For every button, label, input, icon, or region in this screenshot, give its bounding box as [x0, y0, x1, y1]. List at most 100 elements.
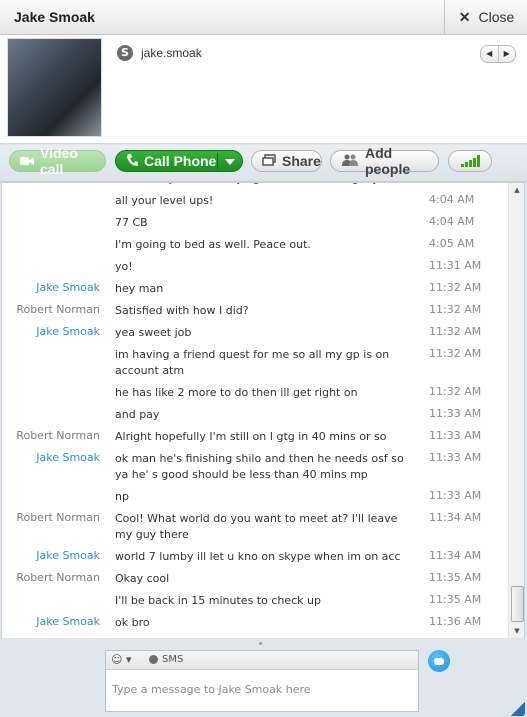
scroll-thumb[interactable] [511, 586, 524, 622]
message-time: 11:36 AM [429, 615, 482, 628]
people-icon [341, 153, 359, 169]
message-row: 77 CB 4:04 AM [2, 215, 508, 237]
call-phone-button[interactable]: Call Phone [115, 150, 243, 172]
message-row: Jake Smoak ok man he's finishing shilo an… [2, 451, 508, 489]
profile-panel: S jake.smoak ◀ ▶ [0, 35, 527, 144]
message-text: I'll be back in 15 minutes to check up [115, 594, 321, 607]
message-row: I'll be back in 15 minutes to check up 11… [2, 593, 508, 615]
message-row: So Billaboj, I'd be so flying 2 marathon… [2, 183, 508, 193]
scroll-up-icon[interactable]: ▲ [509, 183, 524, 197]
video-call-button[interactable]: Video call [9, 145, 106, 177]
call-quality-button[interactable] [448, 150, 492, 172]
contact-title: Jake Smoak [14, 9, 95, 25]
message-text: Alright hopefully I'm still on I gtg in … [115, 430, 387, 443]
message-row: yo! 11:31 AM [2, 259, 508, 281]
close-icon: ✕ [458, 8, 471, 25]
message-text: np [115, 490, 129, 503]
send-button[interactable] [428, 650, 450, 672]
message-sender[interactable]: Jake Smoak [36, 281, 100, 294]
message-text: all your level ups! [115, 194, 214, 207]
window-header: Jake Smoak ✕ Close [0, 0, 527, 35]
chevron-down-icon[interactable] [225, 159, 235, 165]
sms-icon [149, 655, 158, 664]
message-time: 11:32 AM [429, 281, 482, 294]
avatar[interactable] [7, 38, 102, 137]
message-text: Okay cool [115, 572, 170, 585]
add-people-label: Add people [365, 145, 411, 177]
message-text: hey man [115, 282, 164, 295]
video-camera-icon [20, 153, 34, 169]
message-sender[interactable]: Jake Smoak [36, 451, 100, 464]
message-text: and pay [115, 408, 160, 421]
message-row: Jake Smoak yea sweet job 11:32 AM [2, 325, 508, 347]
message-time: 11:35 AM [429, 571, 482, 584]
scrollbar[interactable]: ▲ ▼ [508, 183, 524, 638]
message-text: ok bro [115, 616, 150, 629]
message-row: Robert Norman Alright hopefully I'm still… [2, 429, 508, 451]
message-row: Jake Smoak ok bro 11:36 AM [2, 615, 508, 637]
resize-dot[interactable] [259, 642, 262, 645]
skype-name: jake.smoak [141, 46, 202, 60]
video-call-label: Video call [40, 145, 78, 177]
add-people-button[interactable]: Add people [330, 145, 439, 177]
message-time: 11:31 AM [429, 259, 482, 272]
message-time: 11:33 AM [429, 407, 482, 420]
message-row: and pay 11:33 AM [2, 407, 508, 429]
message-row: all your level ups! 4:04 AM [2, 193, 508, 215]
message-text: I'm going to bed as well. Peace out. [115, 238, 311, 251]
message-time: 11:32 AM [429, 325, 482, 338]
message-time: 11:34 AM [429, 549, 482, 562]
message-time: 11:34 AM [429, 511, 482, 524]
message-time: 11:33 AM [429, 451, 482, 464]
message-sender[interactable]: Jake Smoak [36, 615, 100, 628]
message-time: 11:32 AM [429, 385, 482, 398]
resize-grip[interactable] [511, 702, 525, 716]
message-row: he has like 2 more to do then ill get ri… [2, 385, 508, 407]
message-time: 4:04 AM [429, 215, 475, 228]
signal-icon [460, 155, 480, 167]
message-time: 11:32 AM [429, 347, 482, 360]
message-time: 11:33 AM [429, 429, 482, 442]
message-time: 4:04 AM [429, 193, 475, 206]
profile-nav: ◀ ▶ [480, 45, 516, 63]
message-input[interactable] [110, 673, 414, 705]
message-sender[interactable]: Robert Norman [16, 571, 100, 584]
call-toolbar: Video call Call Phone Share Add people [0, 145, 527, 182]
message-sender[interactable]: Robert Norman [16, 511, 100, 524]
composer-toolbar: ☺ ▾ SMS [106, 651, 418, 670]
message-text: 77 CB [115, 216, 148, 229]
prev-arrow-icon[interactable]: ◀ [481, 46, 499, 62]
message-text: Satisfied with how I did? [115, 304, 249, 317]
share-label: Share [282, 153, 321, 169]
composer-area: ☺ ▾ SMS [0, 638, 527, 717]
message-sender[interactable]: Robert Norman [16, 429, 100, 442]
message-text: world 7 lumby ill let u kno on skype whe… [115, 550, 401, 563]
scroll-down-icon[interactable]: ▼ [509, 624, 524, 638]
message-text: ok man he's finishing shilo and then he … [115, 452, 404, 481]
message-row: Robert Norman Satisfied with how I did? 11… [2, 303, 508, 325]
share-button[interactable]: Share [251, 150, 322, 172]
message-text: So Billaboj, I'd be so flying 2 marathon… [115, 183, 405, 187]
message-sender[interactable]: Jake Smoak [36, 325, 100, 338]
emoticon-button[interactable]: ☺ ▾ [111, 653, 132, 666]
share-icon [262, 153, 276, 169]
call-phone-label: Call Phone [144, 153, 217, 169]
message-row: Robert Norman Okay cool 11:35 AM [2, 571, 508, 593]
message-row: I'm going to bed as well. Peace out. 4:05… [2, 237, 508, 259]
sms-button[interactable]: SMS [162, 654, 183, 665]
close-button[interactable]: ✕ Close [444, 0, 527, 34]
close-label: Close [478, 9, 515, 25]
message-text: he has like 2 more to do then ill get ri… [115, 386, 358, 399]
message-row: np 11:33 AM [2, 489, 508, 511]
message-row: Robert Norman Cool! What world do you wan… [2, 511, 508, 549]
message-time: 4:05 AM [429, 237, 475, 250]
message-row: Jake Smoak hey man 11:32 AM [2, 281, 508, 303]
chat-bubble-icon [434, 657, 444, 665]
next-arrow-icon[interactable]: ▶ [499, 46, 516, 62]
conversation-pane[interactable]: So Billaboj, I'd be so flying 2 marathon… [1, 182, 525, 639]
composer: ☺ ▾ SMS [105, 650, 419, 712]
message-sender[interactable]: Jake Smoak [36, 549, 100, 562]
message-text: Cool! What world do you want to meet at?… [115, 512, 398, 541]
message-time: 4:04 AM [429, 183, 474, 184]
message-sender[interactable]: Robert Norman [16, 303, 100, 316]
